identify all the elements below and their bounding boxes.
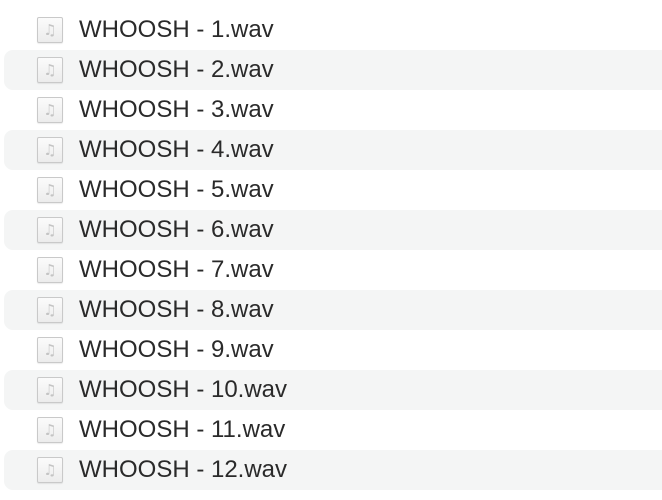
file-row[interactable]: ♫ WHOOSH - 11.wav (4, 410, 662, 450)
audio-file-icon: ♫ (37, 337, 63, 363)
file-list: ♫ WHOOSH - 1.wav ♫ WHOOSH - 2.wav ♫ WHOO… (0, 10, 662, 490)
audio-file-icon: ♫ (37, 417, 63, 443)
audio-file-icon: ♫ (37, 57, 63, 83)
audio-file-icon: ♫ (37, 137, 63, 163)
audio-file-icon: ♫ (37, 257, 63, 283)
file-name[interactable]: WHOOSH - 6.wav (79, 216, 274, 244)
file-name[interactable]: WHOOSH - 2.wav (79, 56, 274, 84)
file-row[interactable]: ♫ WHOOSH - 4.wav (4, 130, 662, 170)
audio-file-icon: ♫ (37, 457, 63, 483)
file-row[interactable]: ♫ WHOOSH - 10.wav (4, 370, 662, 410)
file-row[interactable]: ♫ WHOOSH - 7.wav (4, 250, 662, 290)
file-name[interactable]: WHOOSH - 11.wav (79, 416, 285, 444)
file-row[interactable]: ♫ WHOOSH - 9.wav (4, 330, 662, 370)
audio-file-icon: ♫ (37, 177, 63, 203)
file-row[interactable]: ♫ WHOOSH - 12.wav (4, 450, 662, 490)
file-name[interactable]: WHOOSH - 7.wav (79, 256, 274, 284)
file-row[interactable]: ♫ WHOOSH - 6.wav (4, 210, 662, 250)
file-name[interactable]: WHOOSH - 4.wav (79, 136, 274, 164)
file-row[interactable]: ♫ WHOOSH - 1.wav (4, 10, 662, 50)
file-name[interactable]: WHOOSH - 10.wav (79, 376, 287, 404)
file-name[interactable]: WHOOSH - 8.wav (79, 296, 274, 324)
file-row[interactable]: ♫ WHOOSH - 3.wav (4, 90, 662, 130)
file-name[interactable]: WHOOSH - 5.wav (79, 176, 274, 204)
file-row[interactable]: ♫ WHOOSH - 2.wav (4, 50, 662, 90)
audio-file-icon: ♫ (37, 297, 63, 323)
file-name[interactable]: WHOOSH - 1.wav (79, 16, 274, 44)
audio-file-icon: ♫ (37, 377, 63, 403)
audio-file-icon: ♫ (37, 217, 63, 243)
file-row[interactable]: ♫ WHOOSH - 8.wav (4, 290, 662, 330)
audio-file-icon: ♫ (37, 97, 63, 123)
audio-file-icon: ♫ (37, 17, 63, 43)
file-name[interactable]: WHOOSH - 12.wav (79, 456, 287, 484)
file-row[interactable]: ♫ WHOOSH - 5.wav (4, 170, 662, 210)
file-name[interactable]: WHOOSH - 9.wav (79, 336, 274, 364)
file-name[interactable]: WHOOSH - 3.wav (79, 96, 274, 124)
